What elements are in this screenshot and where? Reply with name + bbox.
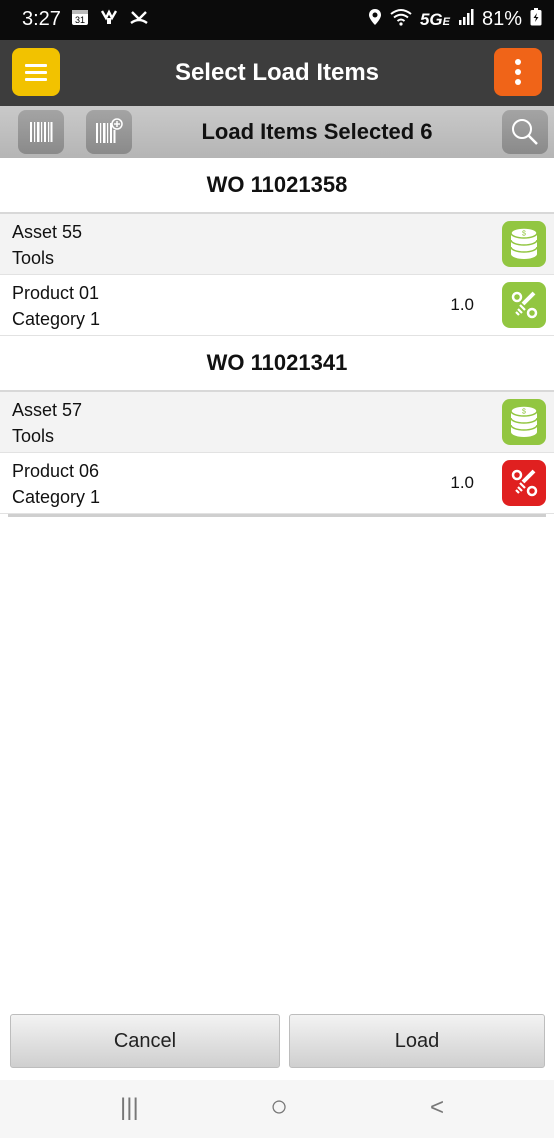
missed-call-icon (129, 8, 149, 31)
coins-icon-button[interactable]: $ (502, 221, 546, 267)
svg-text:$: $ (522, 231, 526, 238)
product-row[interactable]: Product 06 Category 1 1.0 (0, 453, 554, 514)
asset-name: Asset 55 (12, 222, 83, 242)
scan-barcode-button[interactable] (18, 110, 64, 154)
coins-icon: $ (510, 227, 538, 259)
barcode-add-icon (96, 118, 123, 143)
cancel-button[interactable]: Cancel (10, 1014, 280, 1068)
action-bar: Cancel Load (0, 1010, 554, 1072)
calendar-icon: 31 (71, 8, 89, 31)
wifi-icon (390, 8, 412, 31)
parts-icon-button[interactable] (502, 282, 546, 328)
location-icon (368, 8, 382, 31)
coins-icon-button[interactable]: $ (502, 399, 546, 445)
svg-text:$: $ (522, 409, 526, 416)
product-category: Category 1 (12, 487, 101, 507)
menu-button[interactable] (12, 48, 60, 96)
product-name: Product 01 (12, 283, 100, 303)
asset-row[interactable]: Asset 57 Tools $ (0, 392, 554, 453)
product-quantity: 1.0 (450, 295, 474, 314)
toolbar: Load Items Selected 6 (0, 106, 554, 158)
signal-icon (458, 9, 474, 30)
network-type: 5GE (420, 10, 450, 30)
battery-icon (530, 8, 542, 31)
load-items-list: WO 11021358 Asset 55 Tools $ Product 01 … (0, 158, 554, 517)
more-options-button[interactable] (494, 48, 542, 96)
asset-name: Asset 57 (12, 400, 83, 420)
scan-barcode-add-button[interactable] (86, 110, 132, 154)
hamburger-icon (25, 60, 47, 85)
network-label: 5G (419, 9, 443, 29)
network-sub-label: E (442, 15, 450, 28)
more-vert-icon (515, 55, 521, 89)
product-name: Product 06 (12, 461, 100, 481)
status-right: 5GE 81% (368, 8, 542, 31)
page-title: Select Load Items (174, 59, 380, 86)
parts-icon (511, 469, 538, 497)
load-button[interactable]: Load (289, 1014, 545, 1068)
asset-type: Tools (12, 248, 55, 268)
parts-icon (511, 291, 538, 319)
load-items-selected-label: Load Items Selected 6 (201, 119, 433, 144)
product-quantity: 1.0 (450, 473, 474, 492)
battery-percent: 81% (481, 8, 522, 30)
app-header: Select Load Items (0, 40, 554, 106)
list-divider (8, 514, 546, 517)
barcode-icon (30, 122, 53, 142)
parts-icon-button[interactable] (502, 460, 546, 506)
work-order-header: WO 11021341 (0, 336, 554, 392)
product-row[interactable]: Product 01 Category 1 1.0 (0, 275, 554, 336)
status-bar: 3:27 31 5GE 81% (0, 0, 554, 40)
product-category: Category 1 (12, 309, 101, 329)
asset-row[interactable]: Asset 55 Tools $ (0, 214, 554, 275)
search-button[interactable] (502, 110, 548, 154)
svg-text:31: 31 (75, 15, 85, 25)
voicemail-icon (99, 8, 119, 31)
system-nav-bar: ||| ○ < (0, 1080, 554, 1138)
coins-icon: $ (510, 405, 538, 437)
asset-type: Tools (12, 426, 55, 446)
search-icon (512, 119, 538, 145)
work-order-header: WO 11021358 (0, 158, 554, 214)
home-icon[interactable]: ○ (270, 1090, 288, 1124)
back-icon[interactable]: < (430, 1094, 444, 1122)
status-left: 3:27 31 (22, 8, 149, 31)
recents-icon[interactable]: ||| (120, 1094, 139, 1122)
status-time: 3:27 (22, 8, 61, 30)
